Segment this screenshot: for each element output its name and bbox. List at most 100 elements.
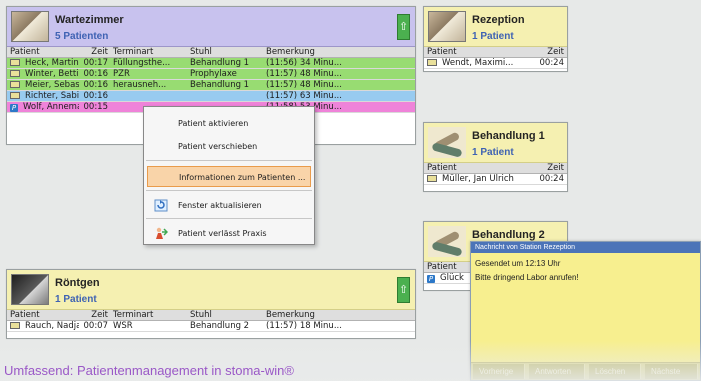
move-up-arrow-icon[interactable]: ⇧ [397, 277, 410, 303]
caption: Umfassend: Patientenmanagement in stoma-… [4, 363, 294, 378]
chair: Behandlung 1 [190, 58, 250, 68]
patient-card-icon [10, 92, 20, 99]
patient-name: Heck, Martin [25, 58, 79, 68]
dental-chair-image [428, 127, 466, 158]
patient-leaves-icon [154, 227, 169, 240]
table-row[interactable]: Müller, Jan Ulrich 00:24 [424, 174, 567, 185]
column-patient[interactable]: Patient [7, 310, 79, 320]
table-row[interactable]: Meier, Sebasti... 00:16 herausneh... Behand… [7, 80, 415, 91]
patient-card-icon [10, 59, 20, 66]
treatment-1-count: 1 Patient [472, 147, 514, 158]
reception-title: Rezeption [472, 14, 525, 26]
patient-time: 00:24 [539, 58, 565, 68]
menu-label: Patient aktivieren [178, 119, 249, 128]
xray-panel: Röntgen 1 Patient ⇧ Patient Zeit Terminart… [6, 269, 416, 339]
reply-button[interactable]: Antworten [529, 364, 585, 379]
menu-label: Patient verlässt Praxis [178, 229, 267, 238]
appointment-type: herausneh... [113, 80, 167, 90]
dental-chair-image [428, 226, 466, 257]
private-patient-icon: P [427, 275, 435, 283]
appointment-type: Füllungsthe... [113, 58, 171, 68]
column-zeit[interactable]: Zeit [79, 47, 110, 57]
chair: Prophylaxe [190, 69, 237, 79]
column-patient[interactable]: Patient [424, 47, 520, 57]
menu-item-patient-information[interactable]: Informationen zum Patienten ... [147, 166, 311, 187]
waiting-room-title: Wartezimmer [55, 14, 124, 26]
move-up-arrow-icon[interactable]: ⇧ [397, 14, 410, 40]
patient-time: 00:24 [539, 174, 565, 184]
menu-item-patient-leaves-practice[interactable]: Patient verlässt Praxis [144, 223, 314, 244]
table-row[interactable]: Wendt, Maximi... 00:24 [424, 58, 567, 69]
appointment-type: WSR [113, 321, 133, 331]
patient-time: 00:07 [83, 321, 109, 331]
chair: Behandlung 1 [190, 80, 250, 90]
patient-name: Richter, Sabine [25, 91, 79, 101]
waiting-table-header: Patient Zeit Terminart Stuhl Bemerkung [7, 47, 415, 58]
menu-label: Patient verschieben [178, 142, 258, 151]
patient-name: Rauch, Nadja [25, 321, 79, 331]
xray-title: Röntgen [55, 277, 100, 289]
remark: (11:57) 18 Minu... [266, 321, 342, 331]
remark: (11:57) 63 Minu... [266, 91, 342, 101]
reception-table: Patient Zeit Wendt, Maximi... 00:24 [424, 47, 567, 69]
waiting-room-table: Patient Zeit Terminart Stuhl Bemerkung Heck,… [7, 47, 415, 113]
reception-panel: Rezeption 1 Patient Patient Zeit Wendt, M… [423, 6, 568, 72]
menu-separator [146, 218, 312, 219]
column-stuhl[interactable]: Stuhl [187, 310, 263, 320]
next-message-button[interactable]: Nächste [645, 364, 698, 379]
xray-header: Röntgen 1 Patient ⇧ [7, 270, 415, 310]
column-stuhl[interactable]: Stuhl [187, 47, 263, 57]
xray-image [11, 274, 49, 305]
patient-time: 00:16 [83, 80, 109, 90]
refresh-window-icon [154, 199, 168, 212]
previous-message-button[interactable]: Vorherige [473, 364, 525, 379]
patient-time: 00:15 [83, 102, 109, 112]
waiting-room-image [11, 11, 49, 42]
patient-time: 00:16 [83, 91, 109, 101]
column-zeit[interactable]: Zeit [79, 310, 110, 320]
patient-card-icon [427, 175, 437, 182]
message-text: Bitte dringend Labor anrufen! [475, 273, 579, 282]
column-patient[interactable]: Patient [7, 47, 79, 57]
table-row[interactable]: Heck, Martin 00:17 Füllungsthe... Behandlun… [7, 58, 415, 69]
patient-time: 00:17 [83, 58, 109, 68]
patient-name: Meier, Sebasti... [25, 80, 79, 90]
menu-label: Informationen zum Patienten ... [179, 173, 306, 182]
delete-message-button[interactable]: Löschen [589, 364, 641, 379]
table-row[interactable]: Richter, Sabine 00:16 (11:57) 63 Minu... [7, 91, 415, 102]
patient-card-icon [10, 81, 20, 88]
waiting-room-header: Wartezimmer 5 Patienten ⇧ [7, 7, 415, 47]
column-zeit[interactable]: Zeit [520, 163, 564, 173]
menu-label: Fenster aktualisieren [178, 201, 262, 210]
reception-image [428, 11, 466, 42]
menu-item-refresh-window[interactable]: Fenster aktualisieren [144, 195, 314, 216]
message-title: Nachricht von Station Rezeption [471, 242, 700, 253]
waiting-room-count: 5 Patienten [55, 31, 109, 42]
table-row[interactable]: Rauch, Nadja 00:07 WSR Behandlung 2 (11:57) … [7, 321, 415, 332]
table-row[interactable]: Winter, Bettina 00:16 PZR Prophylaxe (11:57)… [7, 69, 415, 80]
patient-card-icon [427, 59, 437, 66]
column-patient[interactable]: Patient [424, 163, 520, 173]
reception-header: Rezeption 1 Patient [424, 7, 567, 47]
column-terminart[interactable]: Terminart [110, 310, 187, 320]
menu-separator [146, 190, 312, 191]
xray-table: Patient Zeit Terminart Stuhl Bemerkung Rauch… [7, 310, 415, 332]
column-terminart[interactable]: Terminart [110, 47, 187, 57]
patient-card-icon [10, 70, 20, 77]
treatment-1-panel: Behandlung 1 1 Patient Patient Zeit Mülle… [423, 122, 568, 192]
column-bemerkung[interactable]: Bemerkung [263, 47, 353, 57]
menu-item-move-patient[interactable]: Patient verschieben [144, 136, 314, 157]
menu-item-activate-patient[interactable]: Patient aktivieren [144, 113, 314, 134]
patient-name: Wolf, Annema... [23, 102, 79, 112]
remark: (11:56) 34 Minu... [266, 58, 342, 68]
treatment-1-table-header: Patient Zeit [424, 163, 567, 174]
patient-time: 00:16 [83, 69, 109, 79]
patient-name: Winter, Bettina [25, 69, 79, 79]
column-zeit[interactable]: Zeit [520, 47, 564, 57]
remark: (11:57) 48 Minu... [266, 69, 342, 79]
patient-name: Wendt, Maximi... [442, 58, 514, 68]
patient-name: Müller, Jan Ulrich [442, 174, 514, 184]
column-bemerkung[interactable]: Bemerkung [263, 310, 353, 320]
appointment-type: PZR [113, 69, 130, 79]
reception-message-popup: Nachricht von Station Rezeption Gesendet… [470, 241, 701, 381]
